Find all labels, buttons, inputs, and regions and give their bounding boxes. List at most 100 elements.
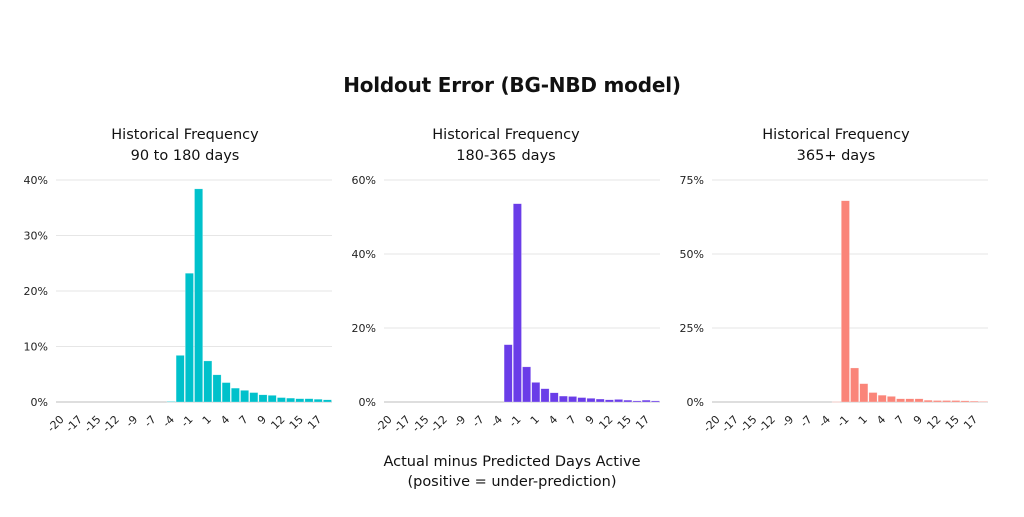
histogram-bar — [905, 398, 915, 403]
x-tick-label: 1 — [200, 413, 214, 427]
x-tick-label: -9 — [779, 413, 796, 430]
histogram-bar — [951, 400, 961, 403]
chart-1: 0% 10% 20% 30% 40% -20-17-15-12 -9 -7 -4 -1 1 4 7 9 12… — [24, 174, 332, 435]
histogram-bar — [323, 399, 332, 403]
histogram-charts: 0%10%20%30%40%-20-17-15-12 -9 -7 -4 -1 1 4 7 9 12… — [24, 174, 988, 435]
y-tick-label: 0% — [687, 396, 704, 409]
chart-3: 0% 25% 50% 75% -20-17-15-12 -9 -7 -4 -1 1 4 7 9 12 15 1… — [680, 174, 988, 435]
histogram-bar — [221, 382, 231, 403]
x-tick-label: -7 — [470, 413, 487, 430]
y-tick-label: 10% — [24, 341, 48, 354]
histogram-bar — [586, 398, 596, 403]
y-tick-label: 60% — [352, 174, 376, 187]
x-tick-label: 15 — [943, 413, 962, 432]
histogram-bar — [877, 394, 887, 403]
histogram-bar — [267, 395, 277, 403]
x-tick-label: -4 — [816, 413, 833, 430]
x-tick-label: 17 — [305, 413, 324, 432]
histogram-bar — [859, 383, 869, 403]
histogram-bar — [605, 399, 614, 403]
y-tick-label: 50% — [680, 248, 704, 261]
histogram-bar — [641, 399, 651, 403]
histogram-bar — [914, 398, 924, 403]
x-tick-label: -15 — [410, 413, 432, 435]
histogram-bar — [868, 392, 878, 403]
x-tick-label: 4 — [218, 413, 232, 427]
x-tick-label: 12 — [924, 413, 943, 432]
x-tick-label: -9 — [451, 413, 468, 430]
histogram-bar — [313, 398, 323, 403]
x-tick-label: -17 — [719, 413, 741, 435]
histogram-bar — [942, 400, 951, 403]
x-tick-label: 15 — [615, 413, 634, 432]
histogram-bar — [632, 400, 642, 403]
y-tick-label: 40% — [352, 248, 376, 261]
x-tick-label: 17 — [633, 413, 652, 432]
histogram-bar — [850, 367, 859, 403]
histogram-bar — [277, 397, 286, 403]
x-axis-label-line1: Actual minus Predicted Days Active — [383, 454, 641, 470]
x-tick-label: -4 — [488, 413, 505, 430]
histogram-bar — [249, 392, 259, 403]
histogram-bar — [540, 388, 550, 403]
chart-2: 0% 20% 40% 60% -20-17-15-12 -9 -7 -4 -1 1 4 7 9 12 15 1… — [352, 174, 660, 435]
x-tick-label: 12 — [268, 413, 287, 432]
histogram-bar — [969, 400, 979, 403]
histogram-bar — [549, 392, 559, 403]
histogram-bar — [568, 396, 577, 403]
histogram-bar — [240, 390, 249, 403]
x-tick-label: -1 — [179, 413, 196, 430]
histogram-bar — [979, 401, 988, 403]
histogram-bar — [841, 200, 850, 403]
histogram-bar — [623, 399, 633, 403]
x-tick-label: 15 — [287, 413, 306, 432]
x-tick-label: 1 — [528, 413, 542, 427]
x-tick-label: -17 — [391, 413, 413, 435]
x-tick-label: -17 — [63, 413, 85, 435]
histogram-bar — [614, 399, 623, 403]
x-tick-label: 1 — [856, 413, 870, 427]
x-tick-label: -12 — [100, 413, 122, 435]
y-tick-label: 30% — [24, 230, 48, 243]
x-tick-label: -7 — [798, 413, 815, 430]
x-tick-label: 7 — [893, 413, 907, 427]
x-tick-label: -9 — [123, 413, 140, 430]
histogram-bar — [203, 360, 213, 403]
histogram-bar — [577, 397, 587, 403]
x-tick-label: 4 — [874, 413, 888, 427]
x-tick-label: 7 — [237, 413, 251, 427]
y-tick-label: 20% — [352, 322, 376, 335]
histogram-bar — [651, 400, 660, 403]
y-tick-label: 25% — [680, 322, 704, 335]
y-tick-label: 75% — [680, 174, 704, 187]
x-tick-label: -20 — [701, 413, 723, 435]
x-tick-label: 9 — [255, 413, 269, 427]
histogram-bar — [166, 401, 176, 403]
histogram-bar — [175, 355, 185, 403]
x-tick-label: -7 — [142, 413, 159, 430]
x-tick-label: 17 — [961, 413, 980, 432]
histogram-bar — [212, 374, 222, 403]
y-tick-label: 20% — [24, 285, 48, 298]
histogram-bar — [522, 366, 531, 403]
x-tick-label: -12 — [428, 413, 450, 435]
x-axis-label-line2: (positive = under-prediction) — [407, 474, 617, 490]
y-tick-label: 40% — [24, 174, 48, 187]
y-tick-label: 0% — [359, 396, 376, 409]
histogram-bar — [185, 272, 194, 403]
histogram-bar — [258, 394, 268, 403]
histogram-bar — [559, 395, 568, 403]
x-tick-label: -20 — [373, 413, 395, 435]
histogram-bar — [896, 398, 905, 403]
histogram-bar — [595, 398, 605, 403]
x-tick-label: 9 — [911, 413, 925, 427]
histogram-bar — [831, 401, 841, 403]
x-tick-label: -12 — [756, 413, 778, 435]
histogram-bar — [304, 398, 314, 403]
histogram-bar — [960, 400, 970, 403]
x-axis-label: Actual minus Predicted Days Active (posi… — [0, 452, 1024, 492]
histogram-bar — [923, 399, 933, 403]
x-tick-label: -20 — [45, 413, 67, 435]
histogram-bar — [295, 398, 305, 403]
y-tick-label: 0% — [31, 396, 48, 409]
